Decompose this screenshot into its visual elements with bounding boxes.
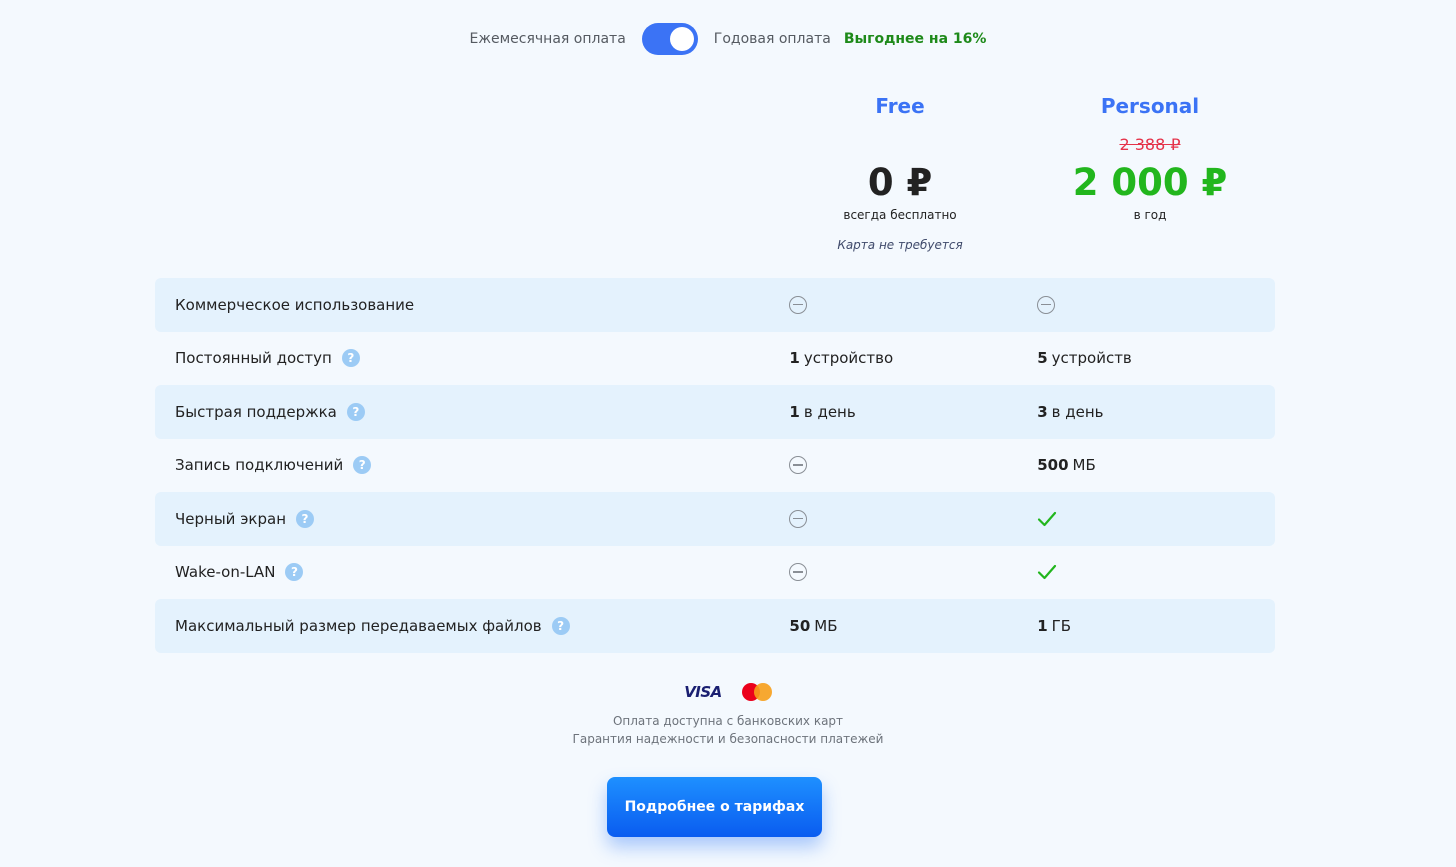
free-plan-cell: 1в день [779, 403, 1027, 421]
billing-period-switch[interactable] [641, 23, 698, 55]
old-price-spacer [790, 134, 1010, 156]
feature-row: Черный экран? [155, 492, 1275, 546]
personal-plan-cell [1027, 295, 1275, 314]
personal-plan-cell: 5 устройств [1027, 349, 1275, 367]
feature-name: Постоянный доступ? [155, 349, 779, 368]
personal-plan-cell: 3в день [1027, 403, 1275, 421]
payment-text: Оплата доступна с банковских карт Гарант… [0, 712, 1456, 748]
payment-info: VISA Оплата доступна с банковских карт Г… [0, 680, 1456, 748]
savings-prefix: Выгоднее на [843, 31, 949, 47]
plan-period: в год [1133, 208, 1167, 222]
checkmark-icon [1037, 564, 1057, 580]
mastercard-logo-icon [741, 683, 772, 701]
feature-label: Запись подключений [175, 456, 344, 475]
plan-period: всегда бесплатно [843, 208, 957, 222]
value-unit: МБ [1072, 456, 1096, 475]
feature-label: Коммерческое использование [175, 295, 415, 314]
feature-name: Быстрая поддержка? [155, 402, 779, 421]
free-plan-cell: 1 устройство [779, 349, 1027, 367]
checkmark-icon [1037, 511, 1057, 527]
feature-name: Запись подключений? [155, 456, 779, 475]
value-unit: в день [1051, 402, 1104, 421]
help-question-icon[interactable]: ? [346, 402, 365, 421]
billing-toggle-bar: Ежемесячная оплата Годовая оплата Выгодн… [0, 22, 1456, 56]
help-question-icon[interactable]: ? [551, 616, 570, 635]
feature-name: Wake-on-LAN? [155, 563, 779, 582]
value-number: 1 [789, 402, 800, 421]
value-number: 50 [789, 616, 811, 635]
minus-circle-icon [789, 295, 808, 314]
value-unit: устройств [1051, 349, 1132, 368]
free-plan-cell [779, 295, 1027, 314]
plan-name: Personal [1100, 94, 1200, 118]
feature-row: Запись подключений? 500 МБ [155, 439, 1275, 493]
value-number: 500 [1037, 456, 1069, 475]
personal-plan-cell: 1 ГБ [1027, 617, 1275, 635]
feature-label: Быстрая поддержка [175, 402, 337, 421]
personal-plan-cell: 500 МБ [1027, 456, 1275, 474]
help-question-icon[interactable]: ? [285, 563, 304, 582]
value-number: 5 [1037, 349, 1048, 368]
visa-logo-icon: VISA [684, 683, 722, 701]
switch-knob [669, 27, 694, 51]
feature-row: Постоянный доступ? 1 устройство 5 устройств [155, 332, 1275, 386]
free-plan-cell [779, 456, 1027, 475]
card-logos: VISA [0, 680, 1456, 704]
free-plan-cell [779, 509, 1027, 528]
help-question-icon[interactable]: ? [341, 349, 360, 368]
savings-value: 16% [952, 31, 987, 47]
plan-personal-header: Personal 2 388 ₽ 2 000 ₽ в год [1040, 92, 1260, 222]
value-unit: в день [803, 402, 856, 421]
feature-label: Постоянный доступ [175, 349, 332, 368]
plan-free-header: Free 0 ₽ всегда бесплатно Карта не требу… [790, 92, 1010, 252]
feature-label: Черный экран [175, 509, 287, 528]
help-question-icon[interactable]: ? [353, 456, 372, 475]
value-number: 3 [1037, 402, 1048, 421]
minus-circle-icon [1037, 295, 1056, 314]
personal-plan-cell [1027, 564, 1275, 580]
value-number: 1 [789, 349, 800, 368]
plan-price: 0 ₽ [867, 161, 933, 204]
plan-name: Free [875, 94, 925, 118]
plans-details-button[interactable]: Подробнее о тарифах [607, 777, 822, 837]
minus-circle-icon [789, 563, 808, 582]
feature-label: Максимальный размер передаваемых файлов [175, 616, 542, 635]
feature-row: Максимальный размер передаваемых файлов?… [155, 599, 1275, 653]
minus-circle-icon [789, 509, 808, 528]
features-table: Коммерческое использование Постоянный дос… [155, 278, 1275, 653]
annual-billing-label[interactable]: Годовая оплата [714, 31, 831, 47]
monthly-billing-label[interactable]: Ежемесячная оплата [470, 31, 626, 47]
feature-row: Быстрая поддержка? 1 в день 3 в день [155, 385, 1275, 439]
feature-name: Коммерческое использование [155, 296, 779, 314]
feature-name: Черный экран? [155, 509, 779, 528]
payment-line-cards: Оплата доступна с банковских карт [612, 714, 844, 728]
value-unit: ГБ [1051, 616, 1072, 635]
feature-row: Wake-on-LAN? [155, 546, 1275, 600]
personal-plan-cell [1027, 511, 1275, 527]
feature-label: Wake-on-LAN [175, 563, 276, 582]
free-plan-cell: 50 МБ [779, 617, 1027, 635]
help-question-icon[interactable]: ? [296, 509, 315, 528]
savings-badge: Выгоднее на 16% [844, 31, 987, 47]
minus-circle-icon [789, 456, 808, 475]
card-not-required-note: Карта не требуется [837, 238, 963, 252]
free-plan-cell [779, 563, 1027, 582]
plan-old-price: 2 388 ₽ [1119, 135, 1181, 154]
plan-price: 2 000 ₽ [1072, 161, 1228, 204]
value-number: 1 [1037, 616, 1048, 635]
payment-line-guarantee: Гарантия надежности и безопасности плате… [572, 732, 884, 746]
value-unit: устройство [803, 349, 894, 368]
feature-row: Коммерческое использование [155, 278, 1275, 332]
feature-name: Максимальный размер передаваемых файлов? [155, 616, 779, 635]
value-unit: МБ [814, 616, 838, 635]
